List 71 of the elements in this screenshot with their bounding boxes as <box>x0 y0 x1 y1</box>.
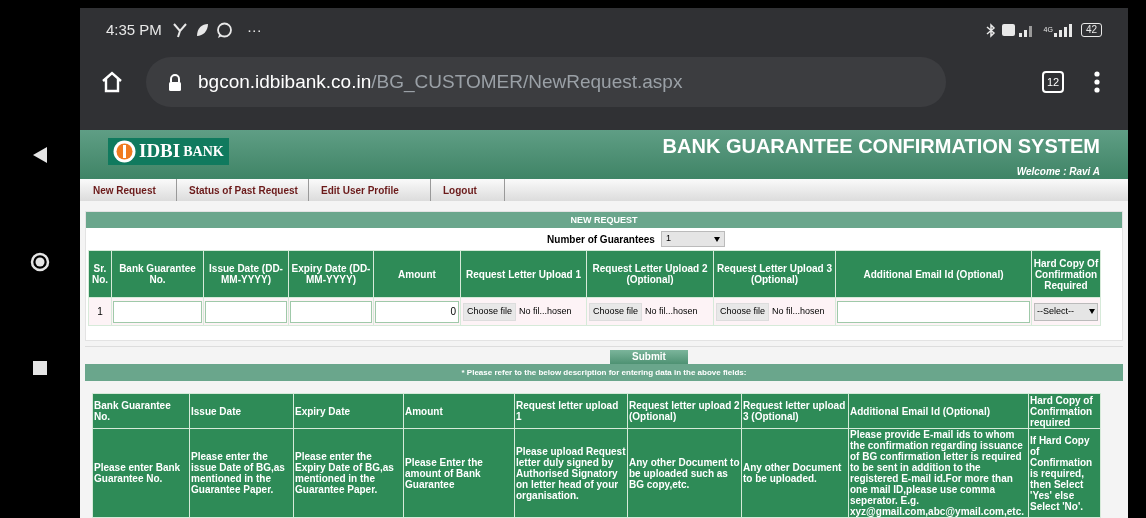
column-header: Sr. No. <box>88 250 112 298</box>
logo-text: BANK <box>183 143 224 161</box>
choose-file-button[interactable]: Choose file <box>589 302 643 321</box>
lock-icon <box>168 73 182 91</box>
column-header: Request letter upload 1 <box>514 393 628 429</box>
recents-icon[interactable] <box>32 360 48 376</box>
column-header: Request letter upload 3 (Optional) <box>741 393 849 429</box>
text-field[interactable] <box>113 300 202 323</box>
text-field[interactable] <box>205 300 287 323</box>
back-icon[interactable] <box>32 146 48 164</box>
status-time: 4:35 PM <box>106 19 162 40</box>
column-header: Expiry Date <box>293 393 404 429</box>
url-text: bgcon.idbibank.co.in/BG_CUSTOMER/NewRequest.aspx <box>198 69 683 95</box>
logo-text: IDBI <box>139 139 181 164</box>
dropdown-icon <box>713 236 720 242</box>
logo-icon <box>113 140 136 163</box>
file-status: No fil...hosen <box>519 305 572 316</box>
menu-link[interactable]: Logout <box>431 179 505 201</box>
text-field[interactable]: 0 <box>375 300 459 323</box>
column-header: Issue Date (DD-MM-YYYY) <box>203 250 289 298</box>
table-cell: Please enter the Expiry Date of BG,as mentioned in the Guarantee Paper. <box>293 428 404 518</box>
choose-file-button[interactable]: Choose file <box>716 302 770 321</box>
menu-link[interactable]: New Request <box>80 179 177 201</box>
table-cell: Please provide E-mail ids to whom the confirmation regarding issuance of BG confirmation letter is required to be sent in addition to the registered E-mail id.For more than one mail ID,please use comma seperator. E.g. xyz@gmail.com,abc@ymail.com,etc. <box>848 428 1029 518</box>
table-cell: Please enter the issue Date of BG,as mentioned in the Guarantee Paper. <box>189 428 294 518</box>
note-bar: * Please refer to the below description for entering data in the above fields: <box>85 364 1123 381</box>
menu-icon[interactable] <box>1094 71 1100 93</box>
home-icon[interactable] <box>30 252 50 272</box>
chat-icon <box>215 21 233 39</box>
field-label: Number of Guarantees <box>547 232 655 247</box>
welcome-text: Welcome : Ravi A <box>1016 165 1100 179</box>
column-header: Issue Date <box>189 393 294 429</box>
column-header: Amount <box>403 393 515 429</box>
address-bar[interactable]: bgcon.idbibank.co.in/BG_CUSTOMER/NewRequest.aspx <box>146 57 946 107</box>
file-status: No fil...hosen <box>645 305 698 316</box>
column-header: Expiry Date (DD-MM-YYYY) <box>288 250 374 298</box>
menu-link[interactable]: Edit User Profile <box>309 179 431 201</box>
signal-icon <box>1052 23 1075 37</box>
tab-count-button[interactable]: 12 <box>1042 71 1064 93</box>
bluetooth-icon <box>985 22 996 38</box>
more-notifications: ··· <box>246 19 262 40</box>
text-field[interactable] <box>837 300 1030 323</box>
table-cell: If Hard Copy of Confirmation is required, then Select 'Yes' else Select 'No'. <box>1028 428 1101 518</box>
table-cell: Please upload Request letter duly signed by Authorised Signatory on letter head of your organisation. <box>514 428 628 518</box>
column-header: Additional Email Id (Optional) <box>848 393 1029 429</box>
menu-link[interactable]: Status of Past Request <box>177 179 309 201</box>
hard-copy-select[interactable]: --Select-- <box>1034 302 1098 321</box>
y-icon <box>171 22 188 38</box>
choose-file-button[interactable]: Choose file <box>463 302 517 321</box>
table-cell: Please enter Bank Guarantee No. <box>92 428 190 518</box>
column-header: Request letter upload 2 (Optional) <box>627 393 742 429</box>
column-header: Hard Copy of Confirmation required <box>1028 393 1101 429</box>
text-field[interactable] <box>290 300 372 323</box>
column-header: Request Letter Upload 3 (Optional) <box>713 250 836 298</box>
table-cell: Any other Document to be uploaded. <box>741 428 849 518</box>
section-title: NEW REQUEST <box>86 212 1122 228</box>
count-select[interactable]: 1 <box>660 231 725 247</box>
table-cell: Please Enter the amount of Bank Guarantee <box>403 428 515 518</box>
row-number: 1 <box>97 306 103 317</box>
column-header: Hard Copy Of Confirmation Required <box>1031 250 1101 298</box>
table-cell: Any other Document to be uploaded such as BG copy,etc. <box>627 428 742 518</box>
system-title: BANK GUARANTEE CONFIRMATION SYSTEM <box>662 134 1100 159</box>
column-header: Amount <box>373 250 461 298</box>
column-header: Bank Guarantee No. <box>92 393 190 429</box>
file-status: No fil...hosen <box>772 305 825 316</box>
dropdown-icon <box>1089 309 1095 314</box>
column-header: Additional Email Id (Optional) <box>835 250 1032 298</box>
column-header: Bank Guarantee No. <box>111 250 204 298</box>
column-header: Request Letter Upload 1 <box>460 250 587 298</box>
column-header: Request Letter Upload 2 (Optional) <box>586 250 714 298</box>
battery-level: 42 <box>1080 23 1102 37</box>
